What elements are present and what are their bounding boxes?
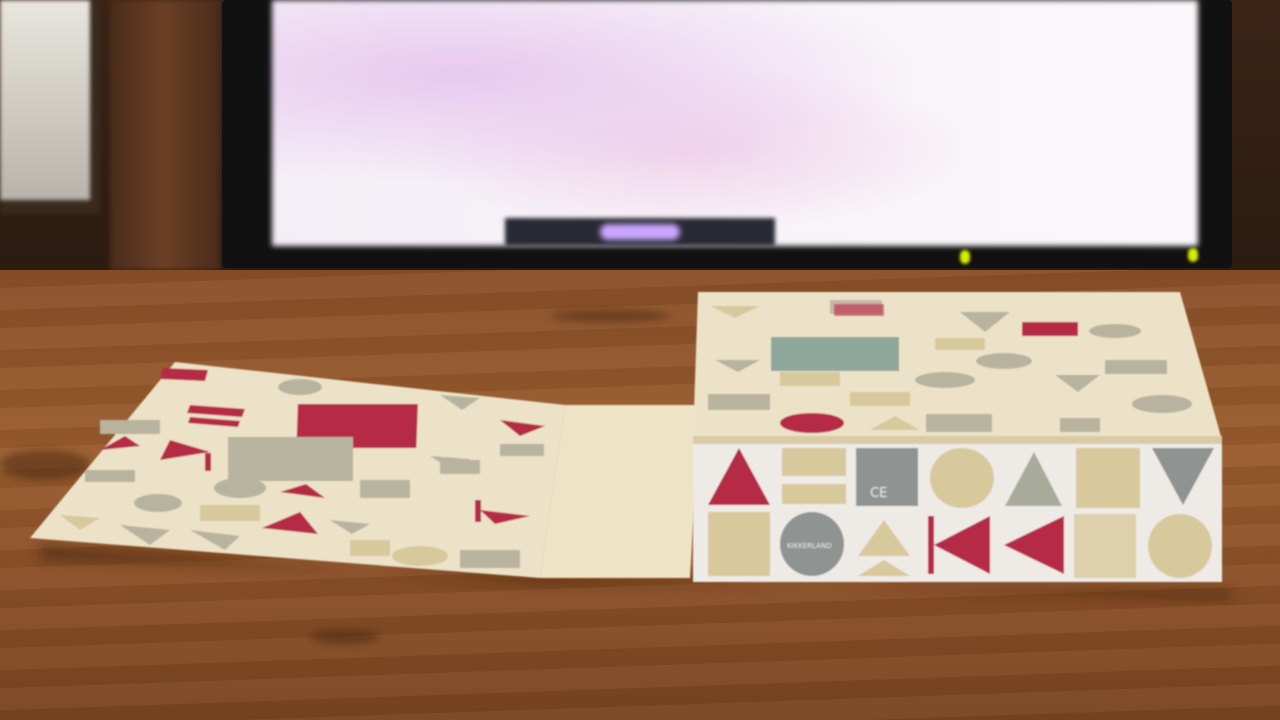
box-logo: KIKKERLAND [787, 542, 832, 550]
photo-scene: CE KIKKERLAND [0, 0, 1280, 720]
box-lid [30, 362, 700, 578]
ce-mark: CE [870, 486, 887, 501]
patterned-box-scene: CE KIKKERLAND [30, 292, 1230, 600]
box-body: CE KIKKERLAND [693, 292, 1222, 582]
